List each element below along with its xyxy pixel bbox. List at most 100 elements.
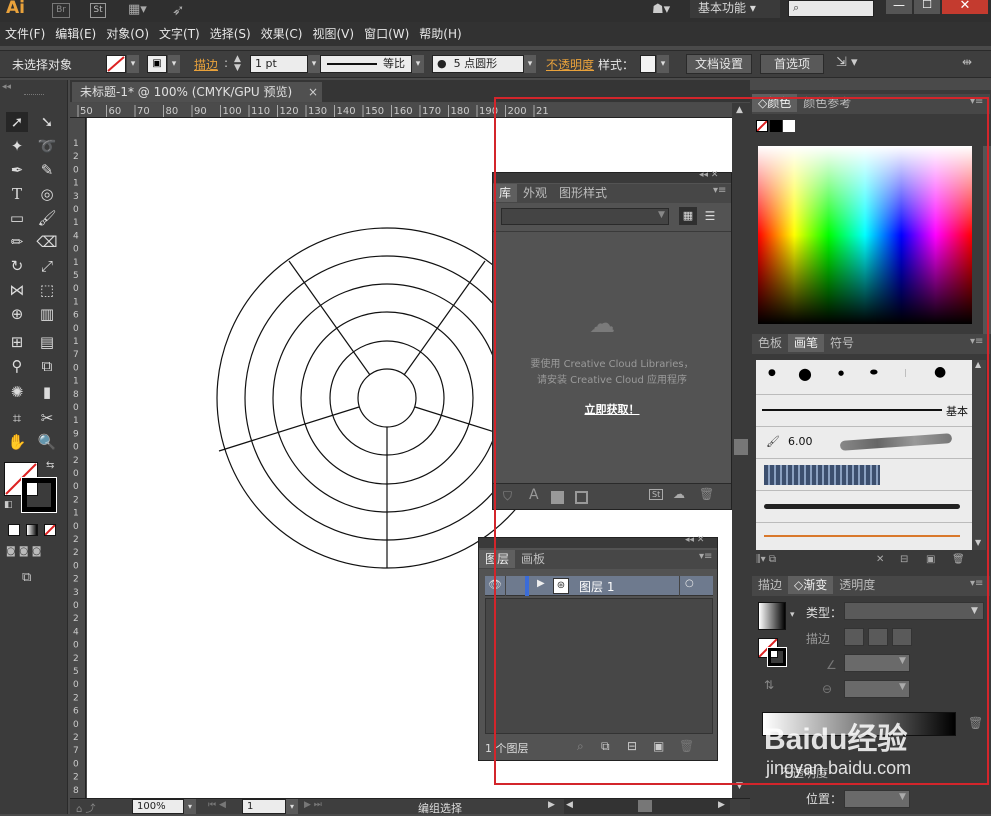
menu-edit[interactable]: 编辑(E) xyxy=(50,22,101,46)
lasso-tool-icon[interactable]: ➰ xyxy=(36,136,58,156)
style-dropdown[interactable]: ▾ xyxy=(657,55,669,73)
stroke-dropdown[interactable]: ▾ xyxy=(168,55,180,73)
tab-color[interactable]: ◇颜色 xyxy=(752,94,798,112)
pattern-brush-row[interactable] xyxy=(756,458,972,490)
brushes-scrollbar[interactable]: ▲ ▼ xyxy=(972,360,986,550)
maximize-button[interactable]: ☐ xyxy=(914,0,940,14)
scroll-thumb[interactable] xyxy=(734,439,748,455)
artboard-field[interactable]: 1 xyxy=(242,799,286,814)
new-layer-icon[interactable]: ▣ xyxy=(653,739,664,753)
decorative-brush-row[interactable] xyxy=(756,522,972,550)
symbol-sprayer-tool-icon[interactable]: ✺ xyxy=(6,382,28,402)
list-view-icon[interactable]: ☰ xyxy=(701,207,719,225)
workspace-switcher[interactable]: 基本功能 ▾ xyxy=(690,0,780,18)
selection-tool-icon[interactable]: ➚ xyxy=(6,112,28,132)
add-character-style-icon[interactable]: A xyxy=(529,487,539,503)
tab-color-guide[interactable]: 颜色参考 xyxy=(797,94,857,112)
layer-name[interactable]: 图层 1 xyxy=(579,578,614,595)
gradient-mode-icon[interactable] xyxy=(26,524,38,536)
gradient-stroke-box[interactable] xyxy=(767,647,787,667)
tab-libraries[interactable]: 库 xyxy=(493,184,518,202)
direct-selection-tool-icon[interactable]: ➘ xyxy=(36,112,58,132)
column-graph-tool-icon[interactable]: ▮ xyxy=(36,382,58,402)
rectangle-tool-icon[interactable]: ▭ xyxy=(6,208,28,228)
get-now-link[interactable]: 立即获取！ xyxy=(493,401,731,417)
none-mode-icon[interactable] xyxy=(44,524,56,536)
angle-input[interactable]: ▼ xyxy=(844,654,910,672)
document-setup-button[interactable]: 文档设置 xyxy=(686,54,752,74)
library-select[interactable]: ▼ xyxy=(501,208,669,225)
tab-swatches[interactable]: 色板 xyxy=(752,334,788,352)
draw-mode-icons[interactable]: ◙ ◙ ◙ xyxy=(6,546,62,560)
curvature-tool-icon[interactable]: ✎ xyxy=(36,160,58,180)
rotate-tool-icon[interactable]: ↻ xyxy=(6,256,28,276)
stroke-label[interactable]: 描边 xyxy=(194,56,218,73)
layer-row[interactable]: 👁 ▶ ⊛ 图层 1 ○ xyxy=(485,576,713,596)
new-sublayer-icon[interactable]: ⊟ xyxy=(627,739,637,753)
menu-select[interactable]: 选择(S) xyxy=(205,22,256,46)
remove-stroke-icon[interactable]: ✕ xyxy=(876,554,884,565)
gradient-tool-icon[interactable]: ▤ xyxy=(36,332,58,352)
tab-appearance[interactable]: 外观 xyxy=(517,184,553,202)
bridge-icon[interactable]: Br xyxy=(52,3,70,18)
brush-options-icon[interactable]: ⊟ xyxy=(900,554,908,565)
brush-dropdown[interactable]: ▾ xyxy=(524,55,536,73)
style-swatch[interactable] xyxy=(640,55,656,73)
artboard-next-icons[interactable]: ▶ ⏭ xyxy=(304,800,322,810)
preferences-button[interactable]: 首选项 xyxy=(760,54,824,74)
bristle-brush-row[interactable]: 🖌 6.00 xyxy=(756,426,972,458)
trash-icon[interactable]: 🗑 xyxy=(699,487,714,501)
tab-symbols[interactable]: 符号 xyxy=(824,334,860,352)
layers-menu-icon[interactable]: ▾≡ xyxy=(699,551,712,562)
brush-definition[interactable]: ● 5 点圆形 xyxy=(432,55,524,73)
delete-brush-icon[interactable]: 🗑 xyxy=(952,554,965,565)
zoom-tool-icon[interactable]: 🔍 xyxy=(36,432,58,452)
position-input[interactable]: ▼ xyxy=(844,790,910,808)
basic-brush-row[interactable]: 基本 xyxy=(756,394,972,426)
close-window-button[interactable]: ✕ xyxy=(942,0,988,14)
mesh-tool-icon[interactable]: ⊞ xyxy=(6,332,28,352)
swap-colors-icon[interactable]: ⇆ xyxy=(46,460,54,471)
panel-menu-icon[interactable]: ⇹ xyxy=(962,55,972,69)
color-mode-icon[interactable] xyxy=(8,524,20,536)
arrange-icon[interactable]: ⇲ ▾ xyxy=(836,55,858,70)
arrange-documents-icon[interactable]: ▦▾ xyxy=(128,2,156,18)
shape-builder-tool-icon[interactable]: ⊕ xyxy=(6,304,28,324)
tab-transparency[interactable]: 透明度 xyxy=(833,576,881,594)
stock-search-icon[interactable]: St xyxy=(649,489,664,500)
gradient-slider[interactable] xyxy=(762,712,956,736)
color-menu-icon[interactable]: ▾≡ xyxy=(970,96,983,107)
menu-window[interactable]: 窗口(W) xyxy=(359,22,414,46)
stroke-swatch[interactable]: ▣ xyxy=(147,55,167,73)
type-tool-icon[interactable]: T xyxy=(6,184,28,204)
slice-tool-icon[interactable]: ✂ xyxy=(36,408,58,428)
document-tab[interactable]: 未标题-1* @ 100% (CMYK/GPU 预览) × xyxy=(72,82,322,102)
polar-grid-tool-icon[interactable]: ◎ xyxy=(36,184,58,204)
close-document-icon[interactable]: × xyxy=(308,82,318,102)
menu-type[interactable]: 文字(T) xyxy=(154,22,205,46)
hand-tool-icon[interactable]: ✋ xyxy=(6,432,28,452)
grid-view-icon[interactable]: ▦ xyxy=(679,207,697,225)
artboard-tool-icon[interactable]: ⌗ xyxy=(6,408,28,428)
status-menu-arrow[interactable]: ▶ xyxy=(548,800,555,810)
stroke-within-icon[interactable] xyxy=(844,628,864,646)
minimize-button[interactable]: — xyxy=(886,0,912,14)
menu-help[interactable]: 帮助(H) xyxy=(414,22,466,46)
tab-artboards[interactable]: 画板 xyxy=(515,550,551,568)
menu-object[interactable]: 对象(O) xyxy=(101,22,154,46)
vertical-scrollbar[interactable]: ▲ ▼ xyxy=(732,103,750,798)
collapse-icon[interactable]: ◂◂ xyxy=(2,82,11,92)
fill-dropdown[interactable]: ▾ xyxy=(127,55,139,73)
default-colors-icon[interactable]: ◧ xyxy=(4,500,13,510)
zoom-dropdown[interactable]: ▾ xyxy=(184,799,196,814)
brush-dot-5[interactable]: | xyxy=(904,368,907,377)
blend-tool-icon[interactable]: ⧉ xyxy=(36,356,58,376)
visibility-eye-icon[interactable]: 👁 xyxy=(488,578,502,591)
brush-dot-4[interactable]: ⬬ xyxy=(870,368,878,378)
tab-brushes[interactable]: 画笔 xyxy=(788,334,825,352)
gradient-preview[interactable] xyxy=(758,602,786,630)
zoom-field[interactable]: 100% xyxy=(132,799,184,814)
menu-file[interactable]: 文件(F) xyxy=(0,22,50,46)
artboard-dropdown[interactable]: ▾ xyxy=(286,799,298,814)
search-input[interactable]: ⌕ xyxy=(788,0,874,17)
